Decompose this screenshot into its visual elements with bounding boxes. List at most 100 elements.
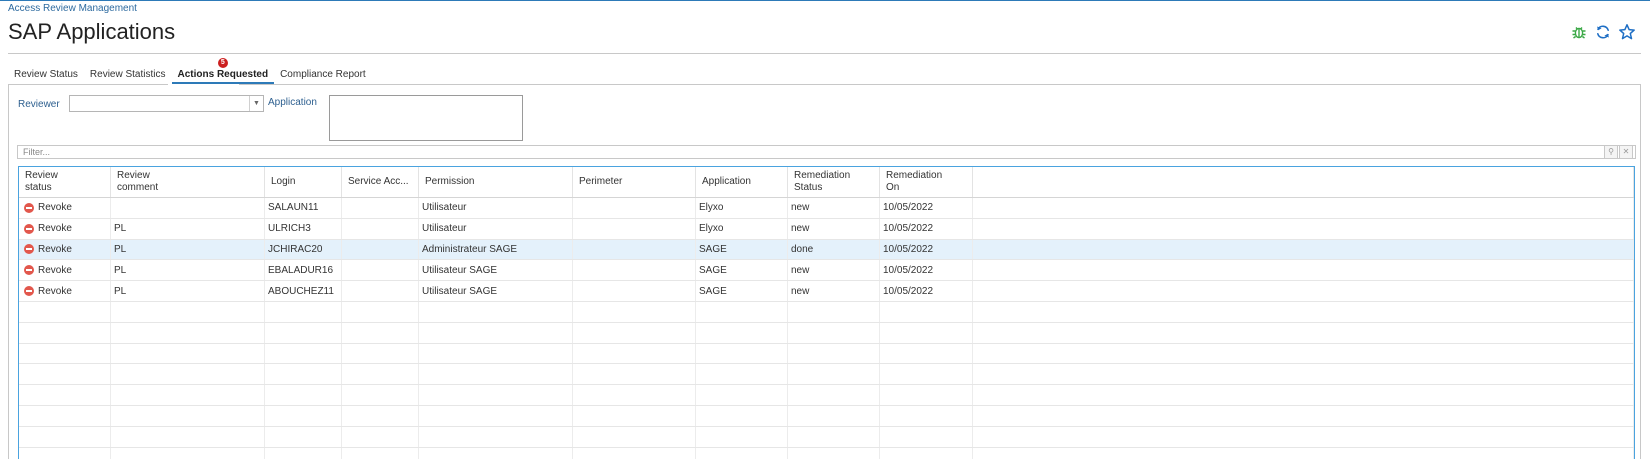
- revoke-icon: [24, 286, 34, 297]
- cell-remediation-status: new: [788, 260, 880, 281]
- cell-application: SAGE: [696, 281, 788, 301]
- cell-remediation-status: [788, 426, 880, 447]
- refresh-icon[interactable]: [1594, 23, 1612, 41]
- cell-spacer: [973, 322, 1634, 343]
- column-header-perimeter[interactable]: Perimeter: [573, 167, 696, 197]
- revoke-icon: [24, 265, 34, 276]
- cell-review-comment: [111, 426, 265, 447]
- star-icon[interactable]: [1618, 23, 1636, 41]
- column-header-permission[interactable]: Permission: [419, 167, 573, 197]
- cell-application: [696, 447, 788, 459]
- cell-spacer: [973, 405, 1634, 426]
- breadcrumb[interactable]: Access Review Management: [8, 3, 137, 14]
- table-row[interactable]: Revoke PL ABOUCHEZ11 Utilisateur SAGE SAGE ne…: [19, 281, 1634, 302]
- revoke-icon: [24, 223, 34, 234]
- cell-perimeter: [573, 281, 696, 301]
- cell-permission: Utilisateur SAGE: [419, 281, 573, 301]
- cell-review-status: [19, 322, 111, 343]
- header-actions: [1570, 23, 1636, 41]
- cell-text: Utilisateur: [422, 202, 467, 214]
- cell-remediation-on: [880, 343, 973, 364]
- dropdown-arrow-icon[interactable]: ▼: [249, 96, 263, 111]
- cell-review-comment: [111, 301, 265, 322]
- cell-login: SALAUN11: [265, 198, 342, 218]
- cell-perimeter: [573, 405, 696, 426]
- column-header-spacer[interactable]: [973, 167, 1634, 197]
- cell-spacer: [973, 281, 1634, 301]
- cell-permission: [419, 322, 573, 343]
- empty-row: [19, 343, 1634, 365]
- column-header-remediation-on[interactable]: Remediation On: [880, 167, 973, 197]
- cell-remediation-status: new: [788, 281, 880, 301]
- cell-review-status: [19, 343, 111, 364]
- table-row[interactable]: Revoke PL JCHIRAC20 Administrateur SAGE SAGE…: [19, 239, 1634, 261]
- cell-application: [696, 405, 788, 426]
- cell-text: 10/05/2022: [883, 243, 934, 255]
- cell-perimeter: [573, 385, 696, 405]
- cell-text: 10/05/2022: [883, 264, 934, 276]
- tab-actions-requested[interactable]: 5 Actions Requested: [171, 58, 275, 84]
- clear-icon[interactable]: ✕: [1619, 145, 1633, 159]
- cell-login: [265, 301, 342, 322]
- cell-service-account: [342, 343, 419, 364]
- cell-permission: [419, 343, 573, 364]
- cell-application: [696, 301, 788, 322]
- cell-login: ABOUCHEZ11: [265, 281, 342, 301]
- cell-service-account: [342, 447, 419, 459]
- cell-review-status: Revoke: [19, 218, 111, 239]
- column-header-remediation-status[interactable]: Remediation Status: [788, 167, 880, 197]
- cell-permission: Utilisateur: [419, 218, 573, 239]
- cell-text: PL: [114, 264, 127, 276]
- cell-application: Elyxo: [696, 198, 788, 218]
- cell-text: JCHIRAC20: [268, 243, 323, 255]
- cell-text: new: [791, 264, 810, 276]
- cell-remediation-on: 10/05/2022: [880, 281, 973, 301]
- cell-review-status: Revoke: [19, 260, 111, 281]
- cell-spacer: [973, 364, 1634, 385]
- search-icon[interactable]: ⚲: [1604, 145, 1618, 159]
- grid-header: Review status Review comment Login Service Ac…: [19, 167, 1634, 198]
- tab-label: Review Statistics: [89, 69, 166, 80]
- cell-text: Revoke: [38, 285, 72, 297]
- cell-perimeter: [573, 322, 696, 343]
- cell-remediation-status: [788, 322, 880, 343]
- cell-remediation-on: [880, 405, 973, 426]
- actions-grid: Review status Review comment Login Service Ac…: [18, 166, 1635, 459]
- column-header-service-account[interactable]: Service Acc...: [342, 167, 419, 197]
- cell-text: 10/05/2022: [883, 223, 934, 235]
- application-field[interactable]: [329, 95, 523, 141]
- cell-application: Elyxo: [696, 218, 788, 239]
- cell-text: Utilisateur: [422, 223, 467, 235]
- cell-application: [696, 385, 788, 405]
- cell-perimeter: [573, 260, 696, 281]
- cell-remediation-on: 10/05/2022: [880, 260, 973, 281]
- column-header-login[interactable]: Login: [265, 167, 342, 197]
- filter-input[interactable]: Filter...: [17, 145, 1636, 159]
- reviewer-label: Reviewer: [18, 99, 60, 110]
- bug-icon[interactable]: [1570, 23, 1588, 41]
- column-header-application[interactable]: Application: [696, 167, 788, 197]
- cell-review-comment: [111, 385, 265, 405]
- cell-service-account: [342, 385, 419, 405]
- tab-review-status[interactable]: Review Status: [8, 66, 84, 84]
- revoke-icon: [24, 244, 34, 255]
- table-row[interactable]: Revoke PL ULRICH3 Utilisateur Elyxo new 10/05/…: [19, 218, 1634, 240]
- cell-review-comment: [111, 343, 265, 364]
- cell-remediation-on: [880, 322, 973, 343]
- cell-remediation-on: [880, 426, 973, 447]
- cell-spacer: [973, 447, 1634, 459]
- cell-remediation-status: [788, 447, 880, 459]
- tab-compliance-report[interactable]: Compliance Report: [274, 66, 372, 84]
- table-row[interactable]: Revoke SALAUN11 Utilisateur Elyxo new 10/05/2…: [19, 198, 1634, 219]
- cell-remediation-on: [880, 385, 973, 405]
- application-label: Application: [268, 97, 317, 108]
- cell-remediation-on: 10/05/2022: [880, 218, 973, 239]
- column-header-review-comment[interactable]: Review comment: [111, 167, 265, 197]
- empty-row: [19, 301, 1634, 323]
- table-row[interactable]: Revoke PL EBALADUR16 Utilisateur SAGE SAGE ne…: [19, 260, 1634, 282]
- reviewer-select[interactable]: ▼: [69, 95, 264, 112]
- cell-spacer: [973, 239, 1634, 260]
- column-header-review-status[interactable]: Review status: [19, 167, 111, 197]
- tab-review-statistics[interactable]: Review Statistics: [84, 66, 172, 84]
- page-title: SAP Applications: [8, 19, 176, 44]
